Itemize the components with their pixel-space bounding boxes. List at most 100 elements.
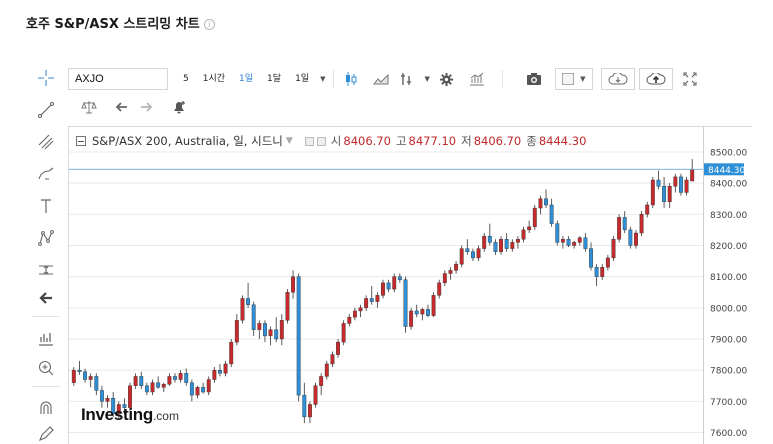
area-chart-icon[interactable] — [368, 68, 394, 90]
undo-icon[interactable] — [108, 96, 134, 118]
scale-icon[interactable] — [76, 96, 102, 118]
y-tick-label: 8500.00 — [710, 148, 747, 158]
candle-body — [240, 298, 245, 321]
fib-icon[interactable] — [34, 130, 58, 154]
text-icon[interactable] — [34, 194, 58, 218]
candle-body — [476, 248, 481, 259]
page-title-text: 호주 S&P/ASX 스트리밍 차트 — [26, 17, 200, 32]
candle-body — [482, 235, 487, 249]
candle-type-icon[interactable] — [338, 68, 364, 90]
y-tick-label: 7800.00 — [710, 367, 747, 377]
info-icon[interactable]: i — [203, 19, 215, 30]
candle-body — [426, 309, 430, 316]
candle-body — [184, 373, 189, 383]
candle-body — [324, 363, 329, 377]
interval-1h[interactable]: 1시간 — [196, 68, 232, 90]
candle-body — [527, 226, 532, 231]
candle-body — [347, 316, 352, 324]
legend-dropdown-icon[interactable]: ▼ — [286, 136, 293, 146]
redo-icon[interactable] — [134, 96, 160, 118]
candle-body — [251, 304, 256, 330]
candle-body — [414, 310, 419, 315]
candle-body — [291, 276, 295, 293]
toolbar-divider — [333, 70, 335, 88]
pencil-icon[interactable] — [34, 422, 58, 444]
candle-body — [94, 376, 99, 391]
fullscreen-icon[interactable] — [677, 68, 703, 90]
pattern-icon[interactable] — [34, 226, 58, 250]
collapse-legend-icon[interactable] — [76, 136, 86, 146]
cloud-load-icon[interactable] — [600, 68, 635, 90]
candlestick-chart[interactable]: 8500.00 8400.00 8300.00 8200.00 8100.00 8000.… — [69, 127, 753, 444]
toolbar-divider — [32, 386, 60, 387]
candle-body — [532, 207, 537, 227]
candle-body — [229, 341, 234, 365]
drawing-toolbar — [28, 64, 64, 444]
candle-body — [442, 273, 447, 284]
toolbar-divider — [32, 316, 60, 317]
y-tick-label: 8000.00 — [710, 304, 747, 314]
page-title: 호주 S&P/ASX 스트리밍 차트 i — [26, 13, 215, 32]
interval-5[interactable]: 5 — [176, 68, 196, 90]
open-label: 시 — [330, 134, 342, 148]
open-value: 8406.70 — [343, 134, 391, 148]
candle-body — [319, 376, 324, 386]
brush-icon[interactable] — [34, 162, 58, 186]
candle-body — [684, 179, 689, 193]
legend-symbol: S&P/ASX 200, Australia, 일, 시드니 — [92, 134, 283, 148]
investing-logo: Investing.com — [81, 405, 179, 424]
compare-dropdown-icon[interactable]: ▼ — [420, 68, 433, 90]
candle-body — [628, 229, 633, 246]
candle-body — [437, 282, 442, 296]
toolbar-divider — [501, 70, 503, 88]
cloud-save-icon[interactable] — [638, 68, 673, 90]
candle-body — [572, 242, 577, 246]
magnet-icon[interactable] — [34, 396, 58, 420]
camera-icon[interactable] — [521, 68, 547, 90]
candle-body — [538, 198, 543, 209]
candle-body — [555, 223, 560, 243]
close-value: 8444.30 — [538, 134, 587, 148]
chart-legend: S&P/ASX 200, Australia, 일, 시드니 ▼ 시 8406.7… — [76, 133, 586, 149]
chart-area[interactable]: 8500.00 8400.00 8300.00 8200.00 8100.00 8000.… — [68, 126, 752, 444]
candle-body — [195, 387, 200, 396]
y-tick-label: 8400.00 — [710, 180, 747, 190]
back-arrow-icon[interactable] — [34, 286, 58, 310]
interval-dropdown-icon[interactable]: ▼ — [316, 68, 329, 90]
candle-body — [504, 239, 509, 249]
candle-body — [189, 382, 194, 396]
candle-body — [617, 217, 622, 240]
legend-settings-icon[interactable] — [316, 136, 326, 146]
symbol-input[interactable]: AXJO — [68, 68, 168, 90]
candle-body — [105, 398, 110, 402]
candle-body — [566, 239, 571, 246]
candle-body — [167, 376, 172, 385]
candle-body — [667, 186, 672, 203]
compare-icon[interactable] — [394, 68, 420, 90]
indicator-icon[interactable] — [464, 68, 490, 90]
candle-body — [369, 298, 374, 302]
settings-icon[interactable] — [434, 68, 460, 90]
crosshair-icon[interactable] — [34, 66, 58, 90]
trendline-icon[interactable] — [34, 98, 58, 122]
candle-body — [364, 298, 369, 309]
low-label: 저 — [461, 134, 472, 148]
y-tick-label: 7900.00 — [710, 336, 747, 346]
measure-icon[interactable] — [34, 258, 58, 282]
candle-body — [313, 385, 318, 405]
candle-body — [594, 267, 599, 277]
candle-body — [133, 376, 138, 386]
legend-eye-icon[interactable] — [304, 136, 314, 146]
zoom-in-icon[interactable] — [34, 356, 58, 380]
candle-body — [88, 376, 93, 380]
candle-body — [178, 373, 183, 380]
candle-body — [420, 309, 425, 315]
interval-1d[interactable]: 1일 — [288, 68, 316, 90]
indicators-icon[interactable] — [34, 326, 58, 350]
candle-body — [285, 292, 290, 321]
color-square-icon[interactable]: ▼ — [554, 68, 593, 90]
alert-icon[interactable] — [166, 96, 192, 118]
interval-1mo[interactable]: 1달 — [260, 68, 288, 90]
candle-body — [459, 248, 464, 265]
interval-1d-active[interactable]: 1일 — [232, 68, 260, 90]
